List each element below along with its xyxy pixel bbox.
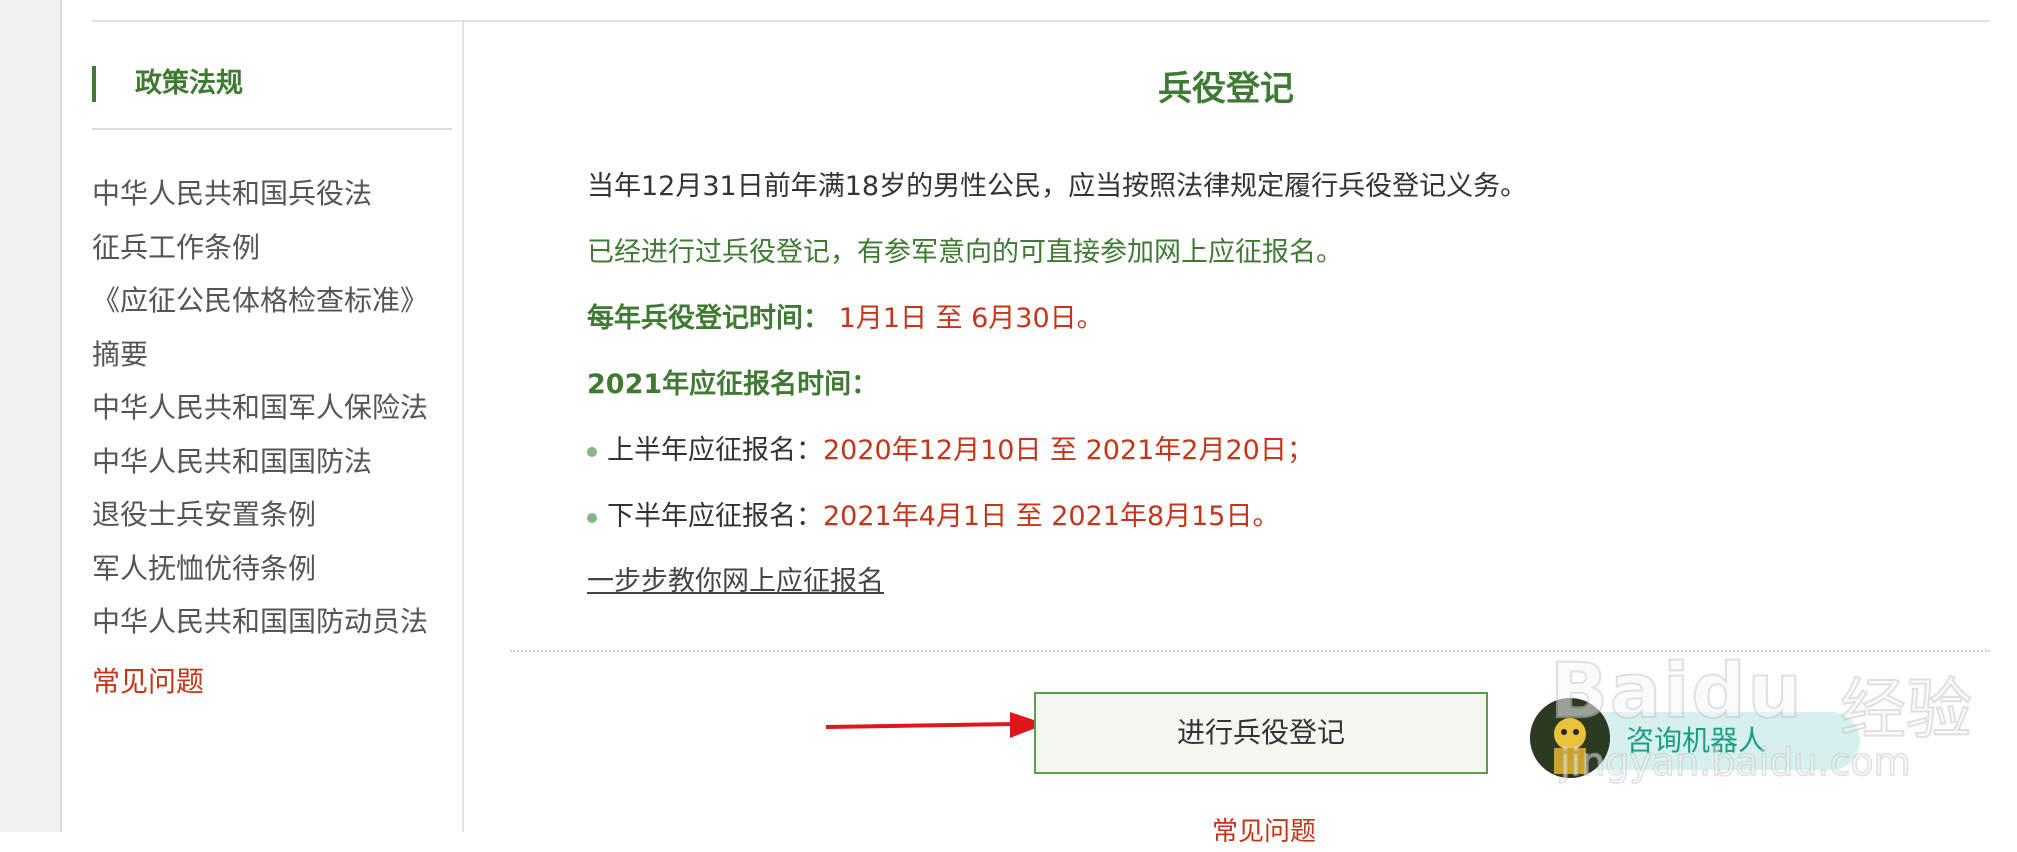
sidebar-item-military-service-law[interactable]: 中华人民共和国兵役法 [92,174,428,228]
sidebar: 政策法规 中华人民共和国兵役法 征兵工作条例 《应征公民体格检查标准》 摘要 中… [92,22,464,832]
bullet-dot-icon [587,446,597,457]
second-half-enlistment: 下半年应征报名：2021年4月1日 至 2021年8月15日。 [587,497,1279,537]
sidebar-title: 政策法规 [135,68,243,99]
sidebar-item-pension-benefits[interactable]: 军人抚恤优待条例 [92,549,428,603]
registration-period-label: 每年兵役登记时间： [587,303,830,334]
sidebar-list: 中华人民共和国兵役法 征兵工作条例 《应征公民体格检查标准》 摘要 中华人民共和… [92,174,428,656]
sidebar-item-summary[interactable]: 摘要 [92,335,428,389]
notice-paragraph: 已经进行过兵役登记，有参军意向的可直接参加网上应征报名。 [587,237,1343,268]
chatbot-label: 咨询机器人 [1626,724,1767,757]
guide-link[interactable]: 一步步教你网上应征报名 [587,562,884,602]
sidebar-item-veteran-placement[interactable]: 退役士兵安置条例 [92,495,428,549]
chatbot-widget[interactable]: 咨询机器人 [1530,698,1870,786]
first-half-value: 2020年12月10日 至 2021年2月20日； [823,435,1314,466]
left-gutter [0,0,62,832]
section-divider [510,650,1990,652]
sidebar-item-conscription-regulations[interactable]: 征兵工作条例 [92,228,428,282]
intro-paragraph: 当年12月31日前年满18岁的男性公民，应当按照法律规定履行兵役登记义务。 [587,171,1528,202]
bottom-faq-link[interactable]: 常见问题 [1212,812,1316,852]
sidebar-item-physical-exam-standard[interactable]: 《应征公民体格检查标准》 [92,281,428,335]
second-half-label: 下半年应征报名： [607,501,823,532]
enlistment-heading: 2021年应征报名时间： [587,369,879,400]
register-button[interactable]: 进行兵役登记 [1034,692,1488,774]
bullet-dot-icon [587,512,597,523]
sidebar-divider [92,128,452,130]
main-content: 兵役登记 当年12月31日前年满18岁的男性公民，应当按照法律规定履行兵役登记义… [462,22,1990,847]
sidebar-item-national-defense-law[interactable]: 中华人民共和国国防法 [92,442,428,496]
arrow-annotation [826,712,1046,738]
second-half-value: 2021年4月1日 至 2021年8月15日。 [823,501,1280,532]
registration-period-value: 1月1日 至 6月30日。 [838,303,1104,334]
sidebar-accent-bar [92,66,96,102]
sidebar-faq-link[interactable]: 常见问题 [92,662,204,702]
sidebar-item-defense-mobilization-law[interactable]: 中华人民共和国国防动员法 [92,602,428,656]
first-half-label: 上半年应征报名： [607,435,823,466]
avatar-robot-icon [1530,698,1610,778]
first-half-enlistment: 上半年应征报名：2020年12月10日 至 2021年2月20日； [587,431,1314,471]
sidebar-header: 政策法规 [92,64,452,104]
page-title: 兵役登记 [1158,69,1294,109]
sidebar-item-military-insurance-law[interactable]: 中华人民共和国军人保险法 [92,388,428,442]
registration-period: 每年兵役登记时间： 1月1日 至 6月30日。 [587,299,1104,339]
